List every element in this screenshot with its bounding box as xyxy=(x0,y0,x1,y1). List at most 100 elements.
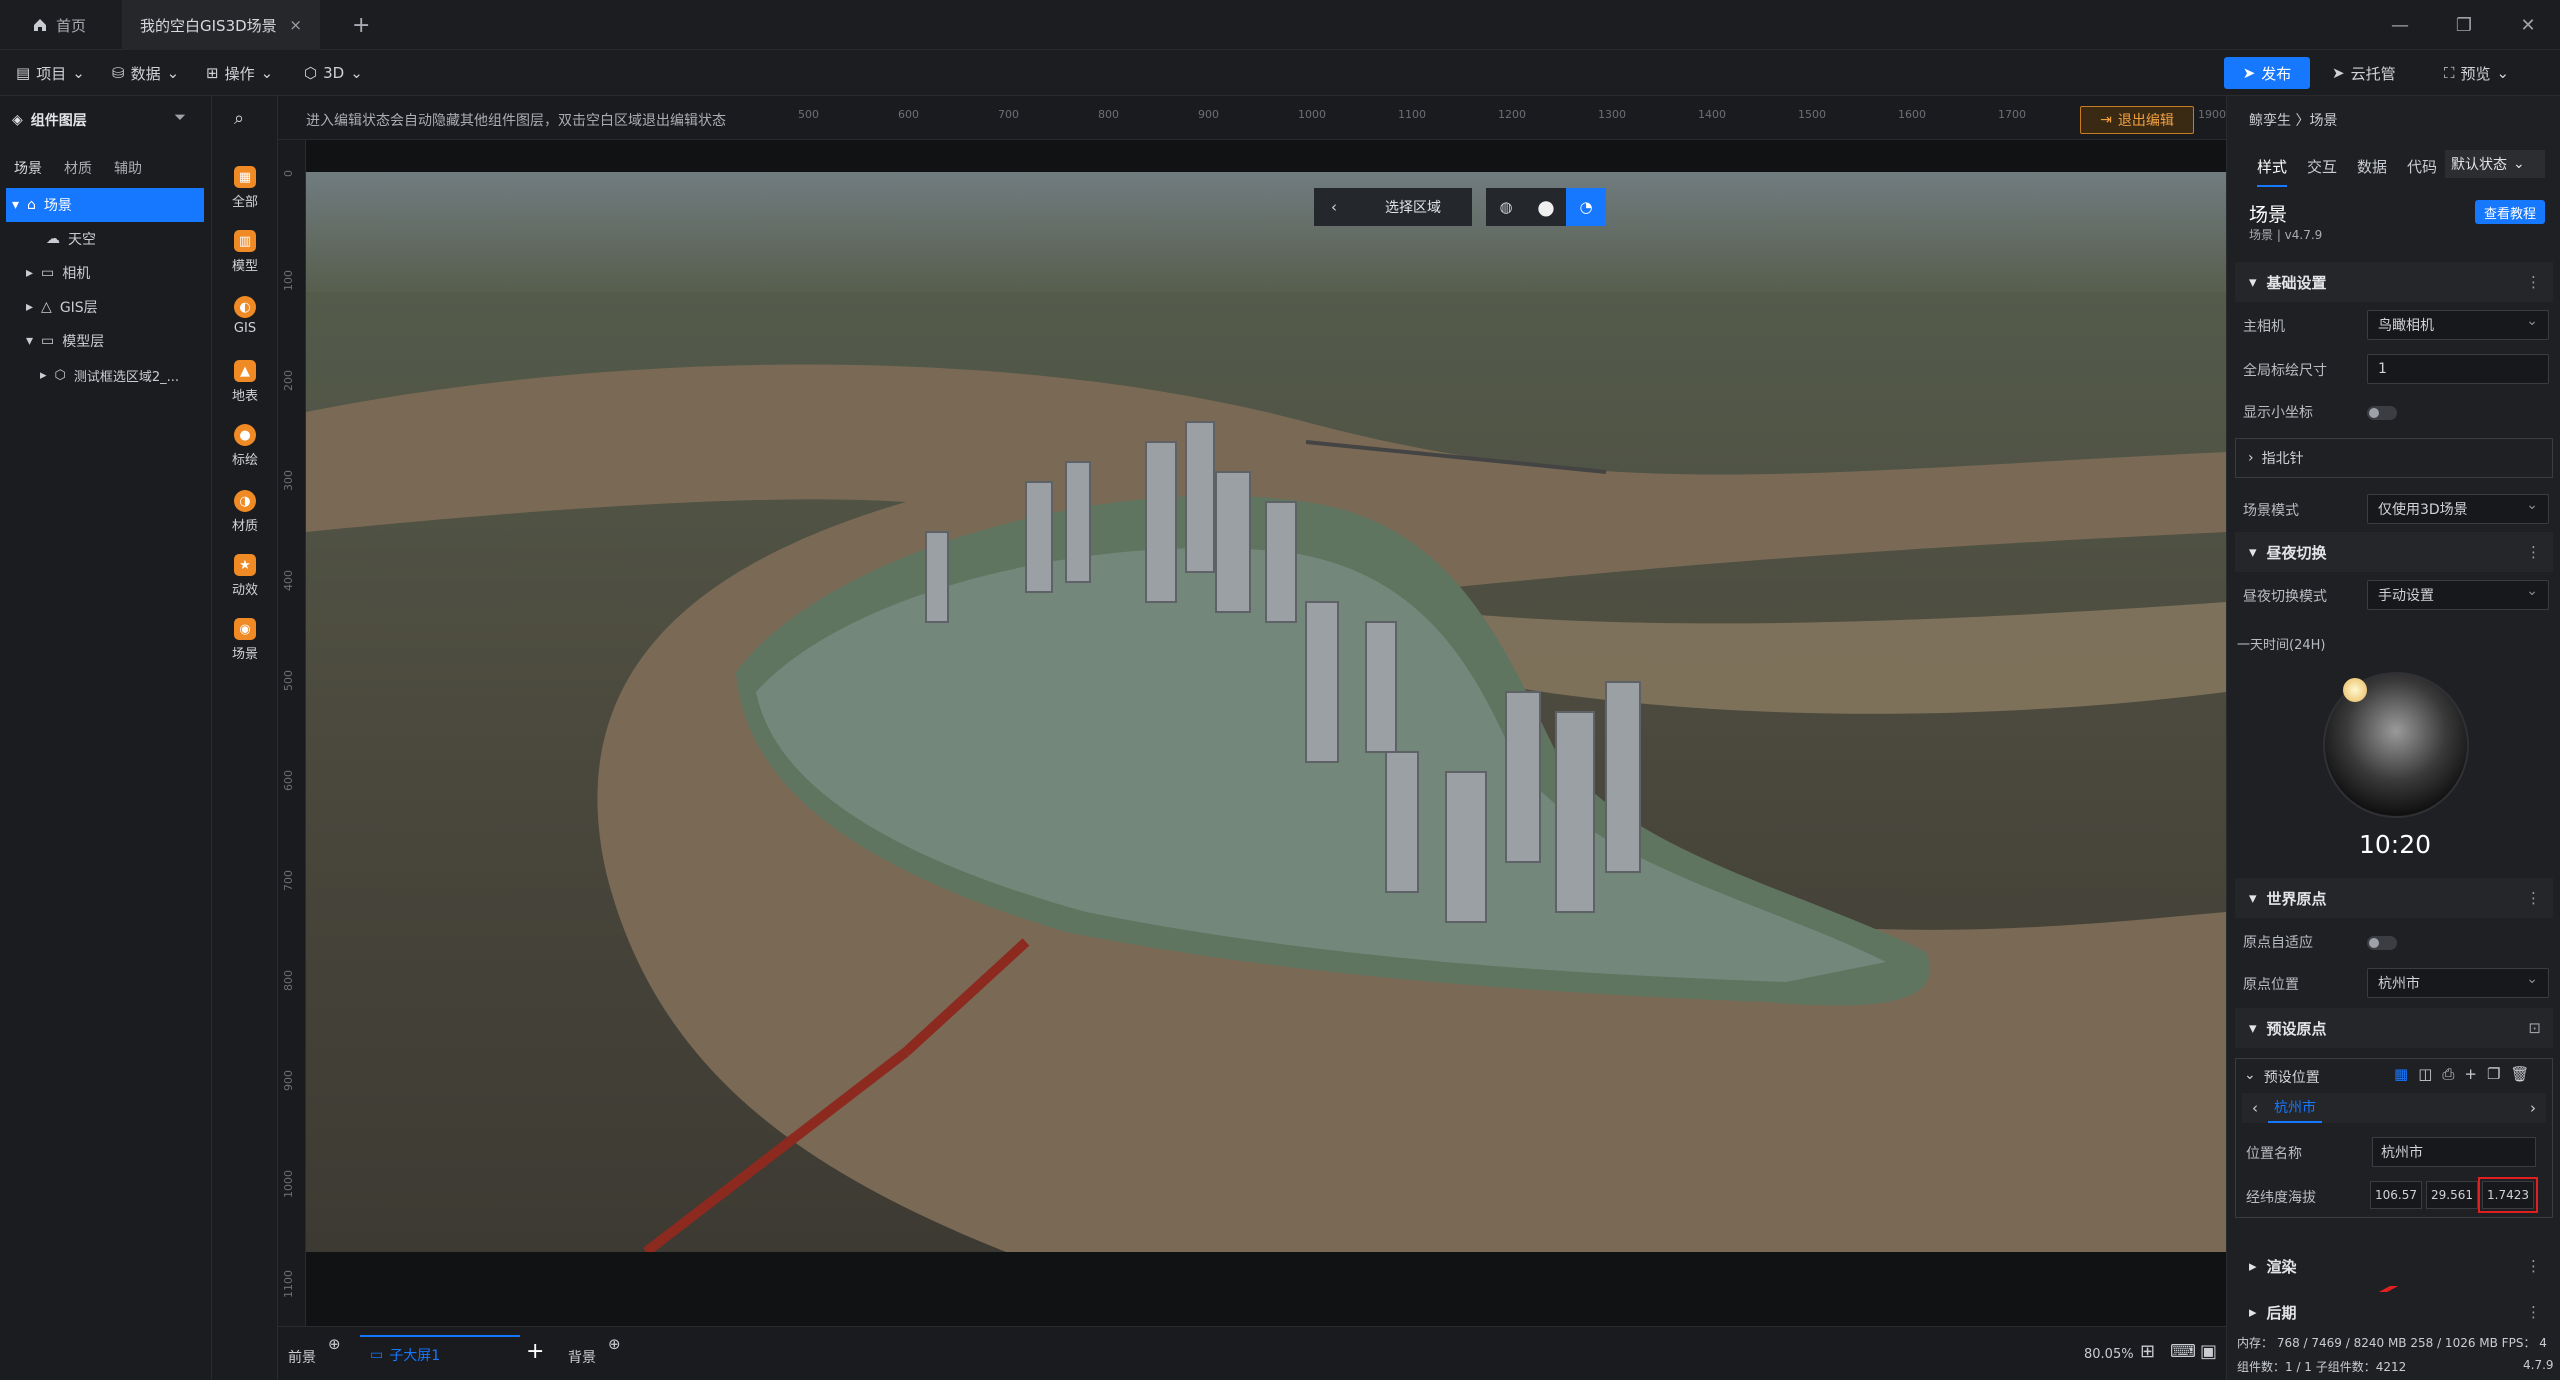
add-tab-button[interactable]: + xyxy=(334,0,388,50)
section-basic[interactable]: ▾ 基础设置 ⋮ xyxy=(2235,262,2553,302)
icon-gis[interactable]: ◐ GIS xyxy=(212,286,278,346)
close-window-icon[interactable]: ✕ xyxy=(2498,0,2558,50)
tree-item-model-layer[interactable]: ▾ ▭ 模型层 xyxy=(6,324,204,358)
longitude-input[interactable]: 106.57 xyxy=(2370,1181,2422,1209)
label-size-input[interactable]: 1 xyxy=(2367,354,2549,384)
preset-position-header[interactable]: ⌄ 预设位置 xyxy=(2244,1067,2320,1087)
tree-item-gis[interactable]: ▸ △ GIS层 xyxy=(6,290,204,324)
tab-style[interactable]: 样式 xyxy=(2257,156,2288,187)
tab-code[interactable]: 代码 xyxy=(2407,156,2437,177)
scene-mode-select[interactable]: 仅使用3D场景 xyxy=(2367,494,2549,524)
icon-scene[interactable]: ◉ 场景 xyxy=(212,610,278,670)
chevron-left-icon[interactable]: ‹ xyxy=(2242,1099,2268,1117)
tab-data[interactable]: 数据 xyxy=(2357,156,2387,177)
tab-scene[interactable]: 我的空白GIS3D场景 × xyxy=(122,0,320,50)
preset-tab-hangzhou[interactable]: 杭州市 xyxy=(2268,1093,2322,1123)
more-icon[interactable]: ⋮ xyxy=(2526,1303,2541,1321)
icon-marker[interactable]: ● 标绘 xyxy=(212,416,278,476)
origin-auto-toggle[interactable] xyxy=(2367,936,2397,950)
add-icon[interactable]: + xyxy=(2464,1065,2477,1083)
tab-material[interactable]: 材质 xyxy=(64,158,92,178)
ruler-tick: 600 xyxy=(898,108,919,121)
tab-scene[interactable]: 场景 xyxy=(14,158,42,178)
icon-terrain[interactable]: ▲ 地表 xyxy=(212,352,278,412)
section-preset-origin[interactable]: ▾ 预设原点 ⊡ xyxy=(2235,1008,2553,1048)
show-axis-toggle[interactable] xyxy=(2367,406,2397,420)
add-screen-button[interactable]: + xyxy=(526,1339,544,1364)
tutorial-button[interactable]: 查看教程 xyxy=(2475,200,2545,224)
zoom-level[interactable]: 80.05% xyxy=(2084,1347,2134,1362)
chevron-left-icon[interactable]: ‹ xyxy=(1314,188,1354,226)
exit-edit-button[interactable]: ⇥ 退出编辑 xyxy=(2080,106,2194,134)
print-icon[interactable]: ⎙ xyxy=(2442,1065,2454,1083)
edit-hint: 进入编辑状态会自动隐藏其他组件图层，双击空白区域退出编辑状态 xyxy=(306,113,726,129)
minimize-icon[interactable]: — xyxy=(2370,0,2430,50)
add-circle-icon[interactable]: ⊕ xyxy=(608,1335,621,1353)
filter-icon[interactable]: ⏷ xyxy=(174,108,186,126)
tree-item-camera[interactable]: ▸ ▭ 相机 xyxy=(6,256,204,290)
terminal-icon[interactable]: ▣ xyxy=(2200,1341,2217,1362)
tab-home[interactable]: 首页 xyxy=(14,0,104,50)
more-icon[interactable]: ⋮ xyxy=(2526,1257,2541,1275)
screen-tab-label: 子大屏1 xyxy=(389,1348,441,1364)
position-name-input[interactable]: 杭州市 xyxy=(2372,1137,2536,1167)
time-dial[interactable] xyxy=(2323,672,2469,818)
close-icon[interactable]: × xyxy=(289,16,302,34)
tab-interaction[interactable]: 交互 xyxy=(2307,156,2337,177)
circle-icon[interactable]: ● xyxy=(1526,188,1566,226)
tree-item-scene[interactable]: ▾ ⌂ 场景 xyxy=(6,188,204,222)
icon-model[interactable]: ▥ 模型 xyxy=(212,222,278,282)
table-icon[interactable]: ▦ xyxy=(2394,1065,2408,1083)
globe-icon[interactable]: ◍ xyxy=(1486,188,1526,226)
cloud-host-button[interactable]: ➤ 云托管 xyxy=(2332,50,2396,96)
trash-icon[interactable]: 🗑 xyxy=(2510,1065,2529,1083)
tree-item-test-area[interactable]: ▸ ⬡ 测试框选区域2_... xyxy=(6,358,204,392)
altitude-input[interactable]: 1.7423 xyxy=(2478,1177,2538,1213)
rotate-icon[interactable]: ◔ xyxy=(1566,188,1606,226)
screen-tab[interactable]: ▭ 子大屏1 xyxy=(360,1335,520,1373)
layout-icon[interactable]: ◫ xyxy=(2418,1065,2432,1083)
add-circle-icon[interactable]: ⊕ xyxy=(328,1335,341,1353)
publish-button[interactable]: ➤ 发布 xyxy=(2224,57,2310,89)
background-tab[interactable]: 背景 xyxy=(568,1347,596,1367)
search-icon[interactable]: ⌕ xyxy=(234,108,244,129)
menu-operate[interactable]: ⊞ 操作 ⌄ xyxy=(206,50,273,96)
section-world-origin[interactable]: ▾ 世界原点 ⋮ xyxy=(2235,878,2553,918)
daynight-mode-select[interactable]: 手动设置 xyxy=(2367,580,2549,610)
latitude-input[interactable]: 29.561 xyxy=(2426,1181,2478,1209)
sun-icon[interactable] xyxy=(2343,678,2367,702)
section-daynight[interactable]: ▾ 昼夜切换 ⋮ xyxy=(2235,532,2553,572)
tree-item-sky[interactable]: ☁ 天空 xyxy=(6,222,204,256)
icon-material[interactable]: ◑ 材质 xyxy=(212,482,278,542)
compass-group[interactable]: › 指北针 xyxy=(2235,438,2553,478)
more-icon[interactable]: ⋮ xyxy=(2526,273,2541,291)
chevron-right-icon[interactable]: › xyxy=(2520,1099,2546,1117)
restore-icon[interactable]: ❐ xyxy=(2434,0,2494,50)
menu-data[interactable]: ⛁ 数据 ⌄ xyxy=(112,50,179,96)
menu-3d[interactable]: ⬡ 3D ⌄ xyxy=(304,50,363,96)
preset-position-label: 预设位置 xyxy=(2263,1070,2320,1086)
state-select[interactable]: 默认状态 ⌄ xyxy=(2445,150,2545,178)
main-camera-select[interactable]: 鸟瞰相机 xyxy=(2367,310,2549,340)
more-icon[interactable]: ⋮ xyxy=(2526,889,2541,907)
icon-effect[interactable]: ★ 动效 xyxy=(212,546,278,606)
section-post[interactable]: ▸ 后期 ⋮ xyxy=(2235,1292,2553,1332)
keyboard-icon[interactable]: ⌨ xyxy=(2170,1341,2196,1362)
fit-screen-icon[interactable]: ⊞ xyxy=(2140,1341,2155,1362)
menu-project[interactable]: ▤ 项目 ⌄ xyxy=(16,50,85,96)
tab-helper[interactable]: 辅助 xyxy=(114,158,142,178)
preview-button[interactable]: ⛶ 预览 ⌄ xyxy=(2444,50,2509,96)
foreground-tab[interactable]: 前景 xyxy=(288,1347,316,1367)
menu-bar: ▤ 项目 ⌄ ⛁ 数据 ⌄ ⊞ 操作 ⌄ ⬡ 3D ⌄ ➤ 发布 ➤ 云托管 ⛶ 预览 ⌄ xyxy=(0,50,2560,96)
origin-pos-select[interactable]: 杭州市 xyxy=(2367,968,2549,998)
lock-icon[interactable]: ⊡ xyxy=(2528,1019,2541,1037)
more-icon[interactable]: ⋮ xyxy=(2526,543,2541,561)
icon-all[interactable]: ▦ 全部 xyxy=(212,158,278,218)
section-render[interactable]: ▸ 渲染 ⋮ xyxy=(2235,1246,2553,1286)
tree-label: 测试框选区域2_... xyxy=(73,369,180,385)
menu-label: 3D xyxy=(323,64,345,82)
copy-icon[interactable]: ❐ xyxy=(2487,1065,2500,1083)
origin-auto-label: 原点自适应 xyxy=(2243,935,2313,951)
select-area-button[interactable]: 选择区域 xyxy=(1354,188,1472,226)
3d-scene-viewport[interactable]: ‹ 选择区域 ◍ ● ◔ xyxy=(306,172,2226,1252)
